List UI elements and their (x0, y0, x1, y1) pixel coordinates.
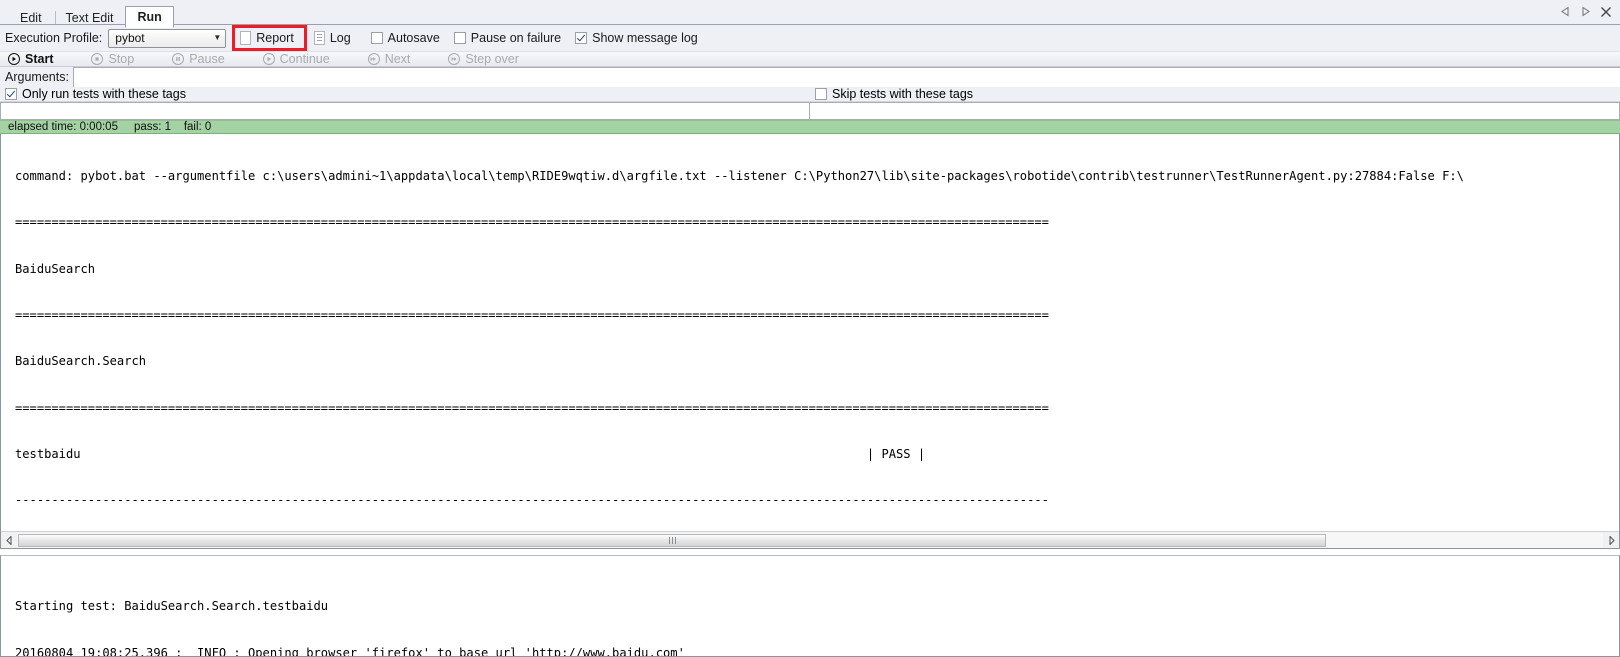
tags-inputs-row (0, 102, 1620, 120)
pause-on-failure-checkbox-item[interactable]: Pause on failure (453, 31, 562, 45)
tab-list: Edit Text Edit Run (0, 0, 174, 28)
console-output-panel: command: pybot.bat --argumentfile c:\use… (0, 134, 1620, 549)
show-message-log-label: Show message log (592, 31, 698, 45)
include-tags-checkbox-item[interactable]: Only run tests with these tags (0, 87, 810, 101)
execution-profile-select[interactable]: pybot ▼ (108, 28, 227, 48)
message-log-line: Starting test: BaiduSearch.Search.testba… (15, 599, 329, 614)
report-button-highlight: Report (232, 25, 307, 51)
tab-bar: Edit Text Edit Run (0, 0, 1620, 28)
play-icon (8, 53, 20, 65)
next-button-label: Next (384, 52, 411, 66)
start-button[interactable]: Start (8, 52, 53, 66)
play-icon (262, 53, 275, 65)
console-output-text[interactable]: command: pybot.bat --argumentfile c:\use… (1, 134, 1619, 531)
close-icon[interactable] (1600, 6, 1612, 18)
pause-button-label: Pause (189, 52, 225, 66)
tab-run[interactable]: Run (125, 6, 174, 28)
triangle-right-icon[interactable] (1580, 6, 1591, 17)
log-button-label: Log (329, 31, 351, 45)
elapsed-time-label: elapsed time: 0:00:05 (8, 121, 118, 133)
message-log-line: 20160804 19:08:25.396 : INFO : Opening b… (15, 645, 685, 657)
pause-on-failure-label: Pause on failure (470, 31, 562, 45)
pause-button[interactable]: Pause (172, 52, 225, 66)
stop-button[interactable]: Stop (91, 52, 134, 66)
report-button[interactable]: Report (237, 30, 300, 46)
stop-icon (91, 53, 104, 65)
document-icon (240, 31, 252, 45)
continue-button-label: Continue (279, 52, 330, 66)
chevron-down-icon[interactable]: ▼ (209, 34, 225, 42)
exclude-tags-input[interactable] (810, 102, 1620, 120)
scroll-right-arrow-icon[interactable] (1603, 533, 1619, 548)
tags-header-row: Only run tests with these tags Skip test… (0, 87, 1620, 102)
include-tags-input[interactable] (0, 102, 810, 120)
arguments-row: Arguments: (0, 67, 1620, 87)
console-horizontal-scrollbar[interactable] (1, 531, 1619, 548)
console-line: ========================================… (15, 307, 1049, 322)
report-button-label: Report (256, 31, 294, 45)
run-control-bar: Start Stop Pause Continue Next Step over (0, 51, 1620, 67)
execution-profile-row: Execution Profile: pybot ▼ Report Log Au… (0, 25, 1620, 51)
log-button[interactable]: Log (311, 30, 357, 46)
step-over-button[interactable]: Step over (448, 52, 519, 66)
triangle-left-icon[interactable] (1560, 6, 1571, 17)
show-message-log-checkbox[interactable] (575, 32, 588, 44)
continue-button[interactable]: Continue (262, 52, 330, 66)
scroll-left-arrow-icon[interactable] (1, 533, 17, 548)
execution-profile-value: pybot (115, 31, 145, 45)
execution-profile-label: Execution Profile: (5, 31, 103, 45)
exclude-tags-checkbox-item[interactable]: Skip tests with these tags (810, 87, 1620, 101)
message-log-panel: Starting test: BaiduSearch.Search.testba… (0, 555, 1620, 657)
console-line: command: pybot.bat --argumentfile c:\use… (15, 168, 1464, 183)
include-tags-checkbox[interactable] (5, 88, 17, 100)
console-line: ========================================… (15, 215, 1049, 230)
status-gap-1 (118, 121, 134, 133)
exclude-tags-label: Skip tests with these tags (832, 87, 974, 101)
show-message-log-checkbox-item[interactable]: Show message log (575, 31, 698, 45)
fast-forward-icon (448, 53, 461, 65)
autosave-label: Autosave (387, 31, 440, 45)
grip-icon (668, 536, 676, 544)
stop-button-label: Stop (108, 52, 135, 66)
pause-icon (172, 53, 185, 65)
autosave-checkbox[interactable] (370, 32, 383, 44)
fail-count-label: fail: 0 (183, 121, 212, 133)
log-document-icon (313, 31, 325, 45)
arguments-input[interactable] (72, 67, 1620, 87)
console-line: BaiduSearch (15, 261, 96, 276)
arguments-label: Arguments: (5, 70, 69, 84)
start-button-label: Start (25, 52, 54, 66)
ride-run-tab: Edit Text Edit Run Execution Profile: py… (0, 0, 1620, 657)
console-line: ========================================… (15, 400, 1049, 415)
console-line: ----------------------------------------… (15, 493, 1049, 508)
status-gap-2 (171, 121, 184, 133)
step-over-button-label: Step over (465, 52, 519, 66)
tab-bar-controls (1560, 0, 1620, 24)
fast-forward-icon (367, 53, 380, 65)
include-tags-label: Only run tests with these tags (22, 87, 186, 101)
message-log-text[interactable]: Starting test: BaiduSearch.Search.testba… (1, 556, 1619, 657)
console-line: BaiduSearch.Search (15, 354, 147, 369)
scrollbar-track[interactable] (17, 532, 1603, 548)
next-button[interactable]: Next (367, 52, 411, 66)
autosave-checkbox-item[interactable]: Autosave (370, 31, 440, 45)
status-bar: elapsed time: 0:00:05 pass: 1 fail: 0 (0, 120, 1620, 134)
scrollbar-thumb[interactable] (18, 533, 1327, 547)
console-line: testbaidu | PASS | (15, 446, 926, 461)
exclude-tags-checkbox[interactable] (815, 88, 827, 100)
pass-count-label: pass: 1 (133, 121, 172, 133)
pause-on-failure-checkbox[interactable] (453, 32, 466, 44)
